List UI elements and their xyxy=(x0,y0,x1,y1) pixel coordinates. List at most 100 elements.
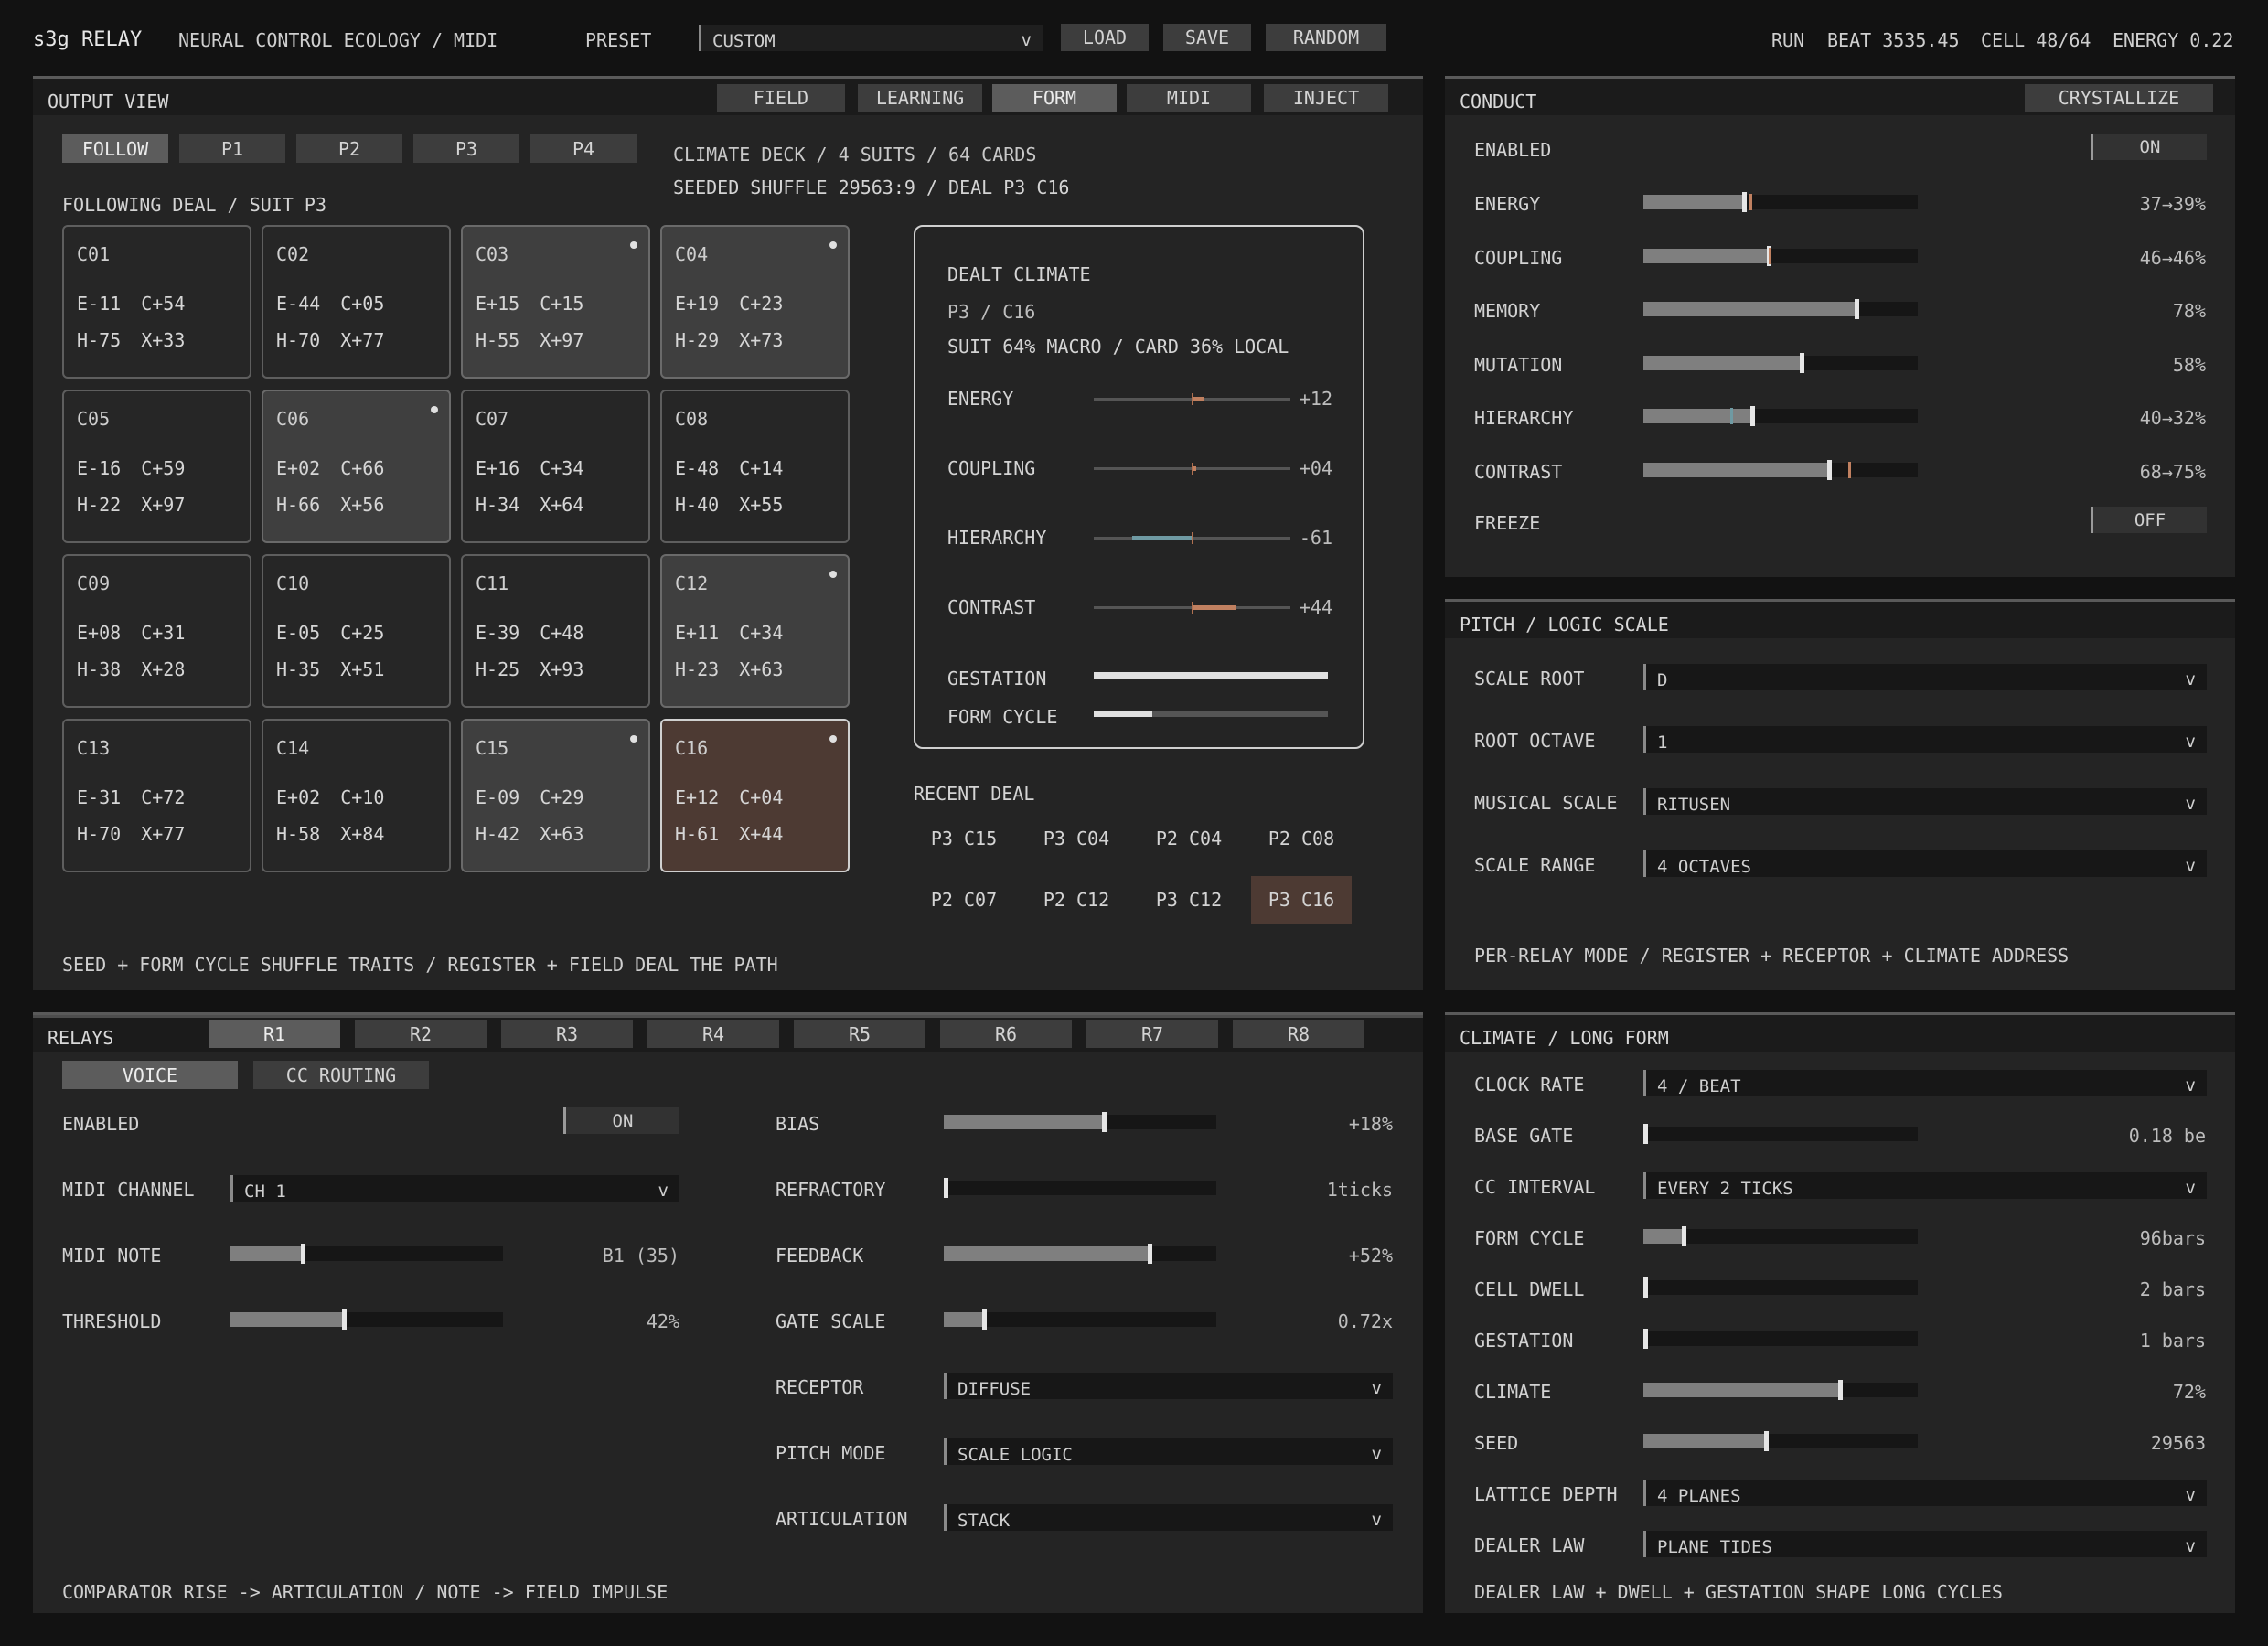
random-button[interactable]: RANDOM xyxy=(1266,24,1386,51)
climate-base-gate-slider-handle[interactable] xyxy=(1643,1124,1648,1144)
card-c08[interactable]: C08 E-48 C+14 H-40 X+55 xyxy=(660,390,850,543)
conduct-contrast-slider-handle[interactable] xyxy=(1827,459,1832,480)
relay-bias-slider[interactable] xyxy=(944,1112,1216,1132)
relay-tab-r4[interactable]: R4 xyxy=(647,1020,779,1048)
climate-form-cycle-slider-handle[interactable] xyxy=(1682,1226,1686,1246)
card-c03[interactable]: C03 E+15 C+15 H-55 X+97 xyxy=(461,225,650,379)
climate-lattice-dropdown[interactable]: 4 PLANES v xyxy=(1643,1480,2207,1506)
card-c14[interactable]: C14 E+02 C+10 H-58 X+84 xyxy=(262,719,451,872)
climate-cell-dwell-slider-handle[interactable] xyxy=(1643,1277,1648,1298)
threshold-slider[interactable] xyxy=(230,1309,503,1330)
recent-deal-item[interactable]: P3 C15 xyxy=(914,815,1014,862)
conduct-contrast-slider[interactable] xyxy=(1643,459,1918,480)
load-button[interactable]: LOAD xyxy=(1061,24,1149,51)
relay-tab-r2[interactable]: R2 xyxy=(355,1020,487,1048)
preset-dropdown[interactable]: CUSTOM v xyxy=(699,25,1043,51)
climate-seed-slider-handle[interactable] xyxy=(1764,1431,1769,1451)
card-c12[interactable]: C12 E+11 C+34 H-23 X+63 xyxy=(660,554,850,708)
relay-feedback-slider-handle[interactable] xyxy=(1148,1244,1153,1264)
relay-enabled-toggle[interactable]: ON xyxy=(563,1107,679,1134)
relay-tab-r5[interactable]: R5 xyxy=(794,1020,925,1048)
conduct-memory-slider[interactable] xyxy=(1643,299,1918,319)
card-c13[interactable]: C13 E-31 C+72 H-70 X+77 xyxy=(62,719,251,872)
card-c02[interactable]: C02 E-44 C+05 H-70 X+77 xyxy=(262,225,451,379)
card-c15[interactable]: C15 E-09 C+29 H-42 X+63 xyxy=(461,719,650,872)
tab-inject[interactable]: INJECT xyxy=(1264,84,1388,112)
chevron-down-icon: v xyxy=(2185,1536,2196,1556)
conduct-hierarchy-slider-handle[interactable] xyxy=(1750,406,1755,426)
pitch-mode-dropdown[interactable]: SCALE LOGIC v xyxy=(944,1438,1393,1465)
climate-clock-rate-dropdown[interactable]: 4 / BEAT v xyxy=(1643,1070,2207,1096)
card-c07[interactable]: C07 E+16 C+34 H-34 X+64 xyxy=(461,390,650,543)
relay-gate-scale-slider-handle[interactable] xyxy=(981,1309,987,1330)
suit-tab-p2[interactable]: P2 xyxy=(296,134,402,163)
relay-gate-scale-slider[interactable] xyxy=(944,1309,1216,1330)
conduct-memory-slider-handle[interactable] xyxy=(1855,299,1859,319)
card-c09[interactable]: C09 E+08 C+31 H-38 X+28 xyxy=(62,554,251,708)
save-button[interactable]: SAVE xyxy=(1163,24,1251,51)
pitch-scale-root-dropdown[interactable]: Dv xyxy=(1643,664,2207,690)
relay-subtab-voice[interactable]: VOICE xyxy=(62,1061,238,1089)
card-c16[interactable]: C16 E+12 C+04 H-61 X+44 xyxy=(660,719,850,872)
relay-refractory-slider[interactable] xyxy=(944,1178,1216,1198)
climate-climate-slider[interactable] xyxy=(1643,1380,1918,1400)
relay-tab-r7[interactable]: R7 xyxy=(1086,1020,1218,1048)
climate-climate-slider-handle[interactable] xyxy=(1838,1380,1843,1400)
suit-tab-p3[interactable]: P3 xyxy=(413,134,519,163)
recent-deal-item[interactable]: P3 C12 xyxy=(1139,876,1239,924)
conduct-contrast-label: CONTRAST xyxy=(1474,460,1563,483)
relay-feedback-slider[interactable] xyxy=(944,1244,1216,1264)
card-c06[interactable]: C06 E+02 C+66 H-66 X+56 xyxy=(262,390,451,543)
recent-deal-item[interactable]: P2 C08 xyxy=(1251,815,1352,862)
tab-learning[interactable]: LEARNING xyxy=(858,84,982,112)
recent-deal-item[interactable]: P2 C04 xyxy=(1139,815,1239,862)
midi-note-slider[interactable] xyxy=(230,1244,503,1264)
relay-bias-slider-handle[interactable] xyxy=(1101,1112,1107,1132)
climate-gestation-slider-handle[interactable] xyxy=(1643,1329,1648,1349)
crystallize-button[interactable]: CRYSTALLIZE xyxy=(2025,84,2213,112)
conduct-mutation-slider[interactable] xyxy=(1643,352,1918,373)
climate-seed-slider[interactable] xyxy=(1643,1431,1918,1451)
card-c11[interactable]: C11 E-39 C+48 H-25 X+93 xyxy=(461,554,650,708)
relay-subtab-cc-routing[interactable]: CC ROUTING xyxy=(253,1061,429,1089)
relay-tab-r3[interactable]: R3 xyxy=(501,1020,633,1048)
climate-form-cycle-slider[interactable] xyxy=(1643,1226,1918,1246)
climate-base-gate-slider[interactable] xyxy=(1643,1124,1918,1144)
climate-climate-label: CLIMATE xyxy=(1474,1381,1552,1403)
relay-tab-r8[interactable]: R8 xyxy=(1233,1020,1364,1048)
conduct-hierarchy-slider[interactable] xyxy=(1643,406,1918,426)
conduct-coupling-slider[interactable] xyxy=(1643,245,1918,266)
articulation-dropdown[interactable]: STACK v xyxy=(944,1504,1393,1531)
climate-cc-interval-dropdown[interactable]: EVERY 2 TICKS v xyxy=(1643,1172,2207,1199)
receptor-dropdown[interactable]: DIFFUSE v xyxy=(944,1373,1393,1399)
conduct-energy-slider[interactable] xyxy=(1643,192,1918,212)
pitch-scale-range-dropdown[interactable]: 4 OCTAVES v xyxy=(1643,850,2207,877)
tab-form[interactable]: FORM xyxy=(992,84,1117,112)
card-c04[interactable]: C04 E+19 C+23 H-29 X+73 xyxy=(660,225,850,379)
tab-field[interactable]: FIELD xyxy=(717,84,845,112)
climate-gestation-slider[interactable] xyxy=(1643,1329,1918,1349)
pitch-root-octave-dropdown[interactable]: 1v xyxy=(1643,726,2207,753)
recent-deal-item[interactable]: P3 C16 xyxy=(1251,876,1352,924)
midi-channel-dropdown[interactable]: CH 1 v xyxy=(230,1175,679,1202)
relay-tab-r1[interactable]: R1 xyxy=(209,1020,340,1048)
suit-tab-follow[interactable]: FOLLOW xyxy=(62,134,168,163)
relay-tab-r6[interactable]: R6 xyxy=(940,1020,1072,1048)
climate-dealer-dropdown[interactable]: PLANE TIDES v xyxy=(1643,1531,2207,1557)
card-c01[interactable]: C01 E-11 C+54 H-75 X+33 xyxy=(62,225,251,379)
conduct-enabled-toggle[interactable]: ON xyxy=(2091,134,2207,160)
conduct-energy-slider-handle[interactable] xyxy=(1742,192,1747,212)
recent-deal-item[interactable]: P3 C04 xyxy=(1026,815,1127,862)
suit-tab-p4[interactable]: P4 xyxy=(530,134,637,163)
recent-deal-item[interactable]: P2 C07 xyxy=(914,876,1014,924)
card-c10[interactable]: C10 E-05 C+25 H-35 X+51 xyxy=(262,554,451,708)
tab-midi[interactable]: MIDI xyxy=(1127,84,1251,112)
suit-tab-p1[interactable]: P1 xyxy=(179,134,285,163)
conduct-mutation-slider-handle[interactable] xyxy=(1800,352,1804,373)
climate-cell-dwell-slider[interactable] xyxy=(1643,1277,1918,1298)
pitch-musical-scale-dropdown[interactable]: RITUSEN v xyxy=(1643,788,2207,815)
freeze-toggle[interactable]: OFF xyxy=(2091,507,2207,533)
recent-deal-item[interactable]: P2 C12 xyxy=(1026,876,1127,924)
relay-refractory-slider-handle[interactable] xyxy=(944,1178,948,1198)
card-c05[interactable]: C05 E-16 C+59 H-22 X+97 xyxy=(62,390,251,543)
